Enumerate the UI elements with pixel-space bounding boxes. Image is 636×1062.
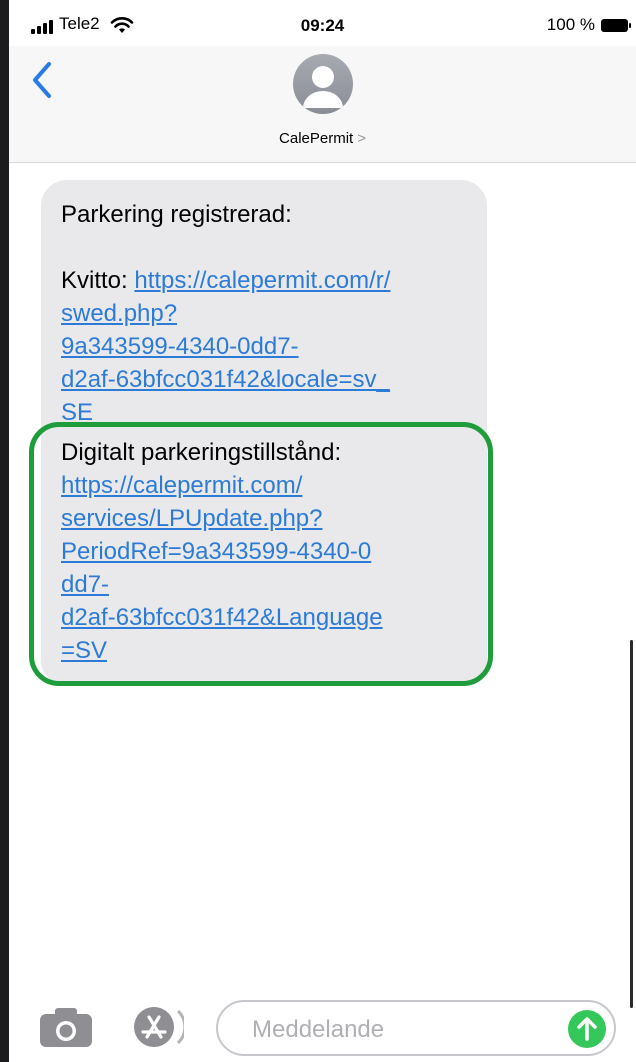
contact-name[interactable]: CalePermit > — [9, 130, 636, 147]
camera-icon[interactable] — [38, 1005, 94, 1049]
receipt-link[interactable]: 9a343599-4340-0dd7- — [61, 330, 299, 363]
receipt-link[interactable]: swed.php? — [61, 297, 177, 330]
permit-link[interactable]: https://calepermit.com/ — [61, 469, 302, 502]
permit-link[interactable]: d2af-63bfcc031f42&Language — [61, 601, 383, 634]
permit-label: Digitalt parkeringstillstånd: — [61, 439, 342, 466]
battery-icon — [601, 18, 631, 32]
scrollbar[interactable] — [630, 640, 633, 1008]
contact-avatar-icon[interactable] — [292, 54, 353, 114]
permit-link[interactable]: services/LPUpdate.php? — [61, 502, 323, 535]
receipt-label: Kvitto: — [61, 267, 128, 294]
send-button[interactable] — [568, 1010, 606, 1048]
battery-percentage: 100 % — [546, 15, 595, 34]
permit-link[interactable]: =SV — [61, 634, 107, 667]
device-frame-edge — [0, 0, 9, 1062]
message-title: Parkering registrerad: — [61, 201, 292, 228]
message-input-placeholder: Meddelande — [252, 1016, 385, 1043]
permit-link[interactable]: PeriodRef=9a343599-4340-0 — [61, 535, 371, 568]
message-bubble[interactable]: Parkering registrerad: Kvitto: https://c… — [41, 180, 487, 686]
message-input[interactable]: Meddelande — [216, 1000, 616, 1056]
receipt-link[interactable]: d2af-63bfcc031f42&locale=sv_ — [61, 363, 390, 396]
back-chevron-icon[interactable] — [29, 60, 55, 100]
receipt-link[interactable]: SE — [61, 396, 93, 429]
permit-link[interactable]: dd7- — [61, 568, 109, 601]
send-arrow-icon — [577, 1017, 597, 1041]
receipt-line: Kvitto: https://calepermit.com/r/ — [61, 264, 390, 297]
conversation-header: CalePermit > — [9, 46, 636, 163]
receipt-link[interactable]: https://calepermit.com/r/ — [134, 267, 390, 294]
app-store-icon[interactable] — [128, 1005, 184, 1049]
contact-name-label: CalePermit — [279, 130, 354, 147]
clock: 09:24 — [300, 16, 345, 35]
status-bar: Tele2 09:24 100 % — [9, 0, 636, 46]
chevron-right-icon: > — [357, 130, 366, 147]
